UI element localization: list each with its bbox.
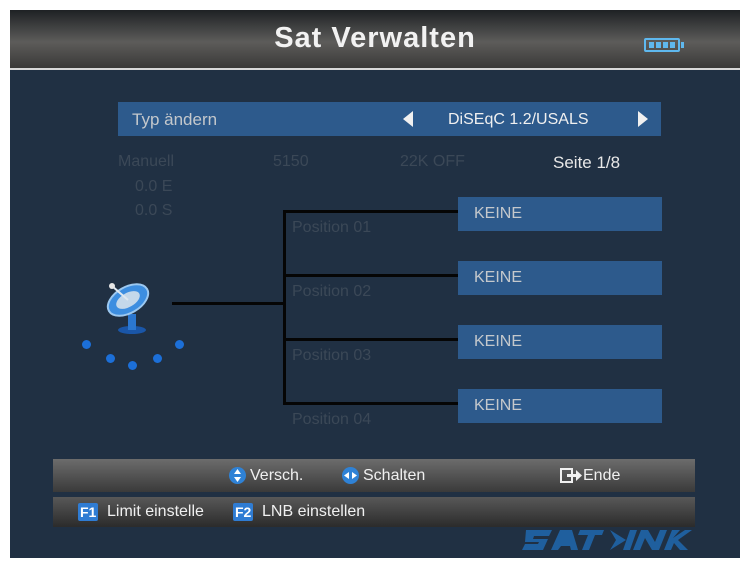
satellite-name: KEINE <box>474 269 523 286</box>
position-label: Position 02 <box>292 283 372 300</box>
arrow-right-icon[interactable] <box>638 111 648 127</box>
f1-key[interactable]: F1 <box>78 503 99 521</box>
satellite-dish-icon <box>106 283 150 334</box>
exit-icon <box>560 468 582 483</box>
osd-screen: Sat Verwalten Typ ändern DiSEqC 1.2/USAL… <box>10 10 740 558</box>
hint-move: Versch. <box>250 467 304 484</box>
satellite-slot[interactable]: KEINE <box>458 389 662 423</box>
f2-label: LNB einstellen <box>262 503 366 520</box>
satellite-name: KEINE <box>474 333 523 350</box>
branch-line <box>283 338 458 341</box>
longitude-value: 0.0 E <box>135 178 173 195</box>
type-label: Typ ändern <box>132 110 218 129</box>
branch-line <box>283 402 458 405</box>
satellite-slot[interactable]: KEINE <box>458 325 662 359</box>
latitude-value: 0.0 S <box>135 202 173 219</box>
arrow-left-icon[interactable] <box>403 111 413 127</box>
mode-label: Manuell <box>118 153 175 170</box>
f1-label: Limit einstelle <box>107 503 204 520</box>
signal-dot <box>128 361 137 370</box>
f2-key[interactable]: F2 <box>233 503 254 521</box>
signal-dot <box>82 340 91 349</box>
up-down-icon <box>229 467 246 484</box>
hint-bar: Versch. Schalten Ende <box>53 459 695 492</box>
position-label: Position 03 <box>292 347 372 364</box>
satellite-slot[interactable]: KEINE <box>458 261 662 295</box>
signal-dot <box>106 354 115 363</box>
branch-line <box>283 210 286 405</box>
brand-logo-watermark <box>522 530 692 550</box>
page-title: Sat Verwalten <box>274 22 476 54</box>
position-label: Position 04 <box>292 411 372 428</box>
hint-exit: Ende <box>583 467 621 484</box>
connector-line <box>172 302 285 305</box>
left-right-icon <box>342 467 359 484</box>
battery-icon <box>644 38 684 52</box>
signal-dot <box>175 340 184 349</box>
frequency-value: 5150 <box>273 153 309 170</box>
page-indicator: Seite 1/8 <box>553 153 621 172</box>
type-value: DiSEqC 1.2/USALS <box>448 111 589 128</box>
satellite-name: KEINE <box>474 397 523 414</box>
branch-line <box>283 274 458 277</box>
signal-dot <box>153 354 162 363</box>
hint-switch: Schalten <box>363 467 426 484</box>
branch-line <box>283 210 458 213</box>
position-label: Position 01 <box>292 219 372 236</box>
satellite-slot[interactable]: KEINE <box>458 197 662 231</box>
title-bar: Sat Verwalten <box>10 10 740 70</box>
tone-value: 22K OFF <box>400 153 465 170</box>
type-selector[interactable]: Typ ändern DiSEqC 1.2/USALS <box>118 102 661 136</box>
satellite-name: KEINE <box>474 205 523 222</box>
